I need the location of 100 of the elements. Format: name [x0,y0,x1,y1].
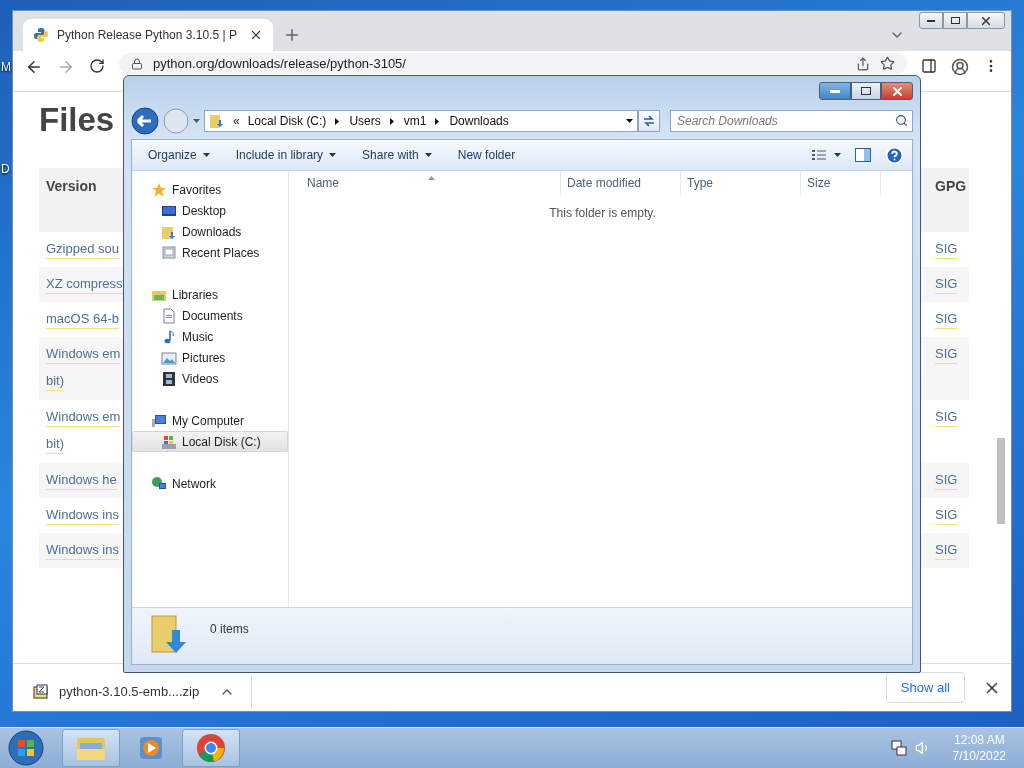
column-header: Version [39,168,125,232]
page-heading: Files [39,100,115,140]
signature-link[interactable]: SIG [935,240,958,259]
column-header[interactable]: Size [801,171,881,195]
toolbar-command[interactable]: Organize [140,144,218,166]
download-link[interactable]: Windows ins [46,506,119,525]
sort-arrow-icon [428,175,435,182]
breadcrumb[interactable]: Users [349,114,381,128]
nav-label: Pictures [182,350,226,365]
tab-title: Python Release Python 3.10.5 | P [57,28,238,42]
breadcrumb[interactable]: Downloads [449,114,509,128]
share-icon[interactable] [856,56,870,71]
star-icon [151,181,167,198]
signature-link[interactable]: SIG [935,471,958,490]
desktop-icon-label[interactable]: D [1,162,10,176]
new-tab-icon[interactable] [283,26,301,44]
reload-icon[interactable] [89,58,105,74]
download-link[interactable]: Gzipped sou [46,240,119,259]
toolbar-command[interactable]: Include in library [227,144,345,166]
refresh-icon [642,114,656,128]
signature-link[interactable]: SIG [935,408,958,427]
signature-link[interactable]: SIG [935,275,958,294]
nav-label: Favorites [172,182,222,197]
breadcrumb[interactable]: vm1 [403,114,427,128]
refresh-button[interactable] [638,110,660,132]
nav-item[interactable]: Pictures [132,347,288,368]
nav-label: Local Disk (C:) [182,434,261,449]
nav-label: Music [182,329,214,344]
column-header[interactable]: Date modified [561,171,681,195]
history-dropdown-icon [193,117,200,125]
show-all-button[interactable]: Show all [885,672,965,703]
breadcrumb[interactable]: Local Disk (C:) [247,114,327,128]
media-player-icon [138,735,164,761]
nav-item[interactable]: Downloads [132,221,288,242]
view-options-icon[interactable] [812,149,826,161]
signature-link[interactable]: SIG [935,345,958,364]
download-link[interactable]: XZ compress [46,275,123,294]
url-text: python.org/downloads/release/python-3105/ [153,56,407,71]
minimize-button[interactable] [819,82,851,100]
address-bar[interactable]: python.org/downloads/release/python-3105/ [119,53,907,74]
maximize-button[interactable] [943,12,967,29]
nav-label: Documents [182,308,243,323]
download-filename: python-3.10.5-emb....zip [59,684,200,699]
profile-icon[interactable] [951,58,969,76]
column-header[interactable]: Name [289,171,561,195]
nav-item[interactable]: Documents [132,305,288,326]
network-status-icon[interactable] [890,740,907,756]
browser-tab[interactable]: Python Release Python 3.10.5 | P [23,19,273,51]
taskbar-app[interactable] [182,729,240,767]
nav-item[interactable]: Local Disk (C:) [132,431,288,452]
nav-item[interactable]: My Computer [132,410,288,431]
close-button[interactable] [967,12,1005,29]
close-tab-icon[interactable] [249,28,263,42]
help-icon[interactable] [885,145,904,165]
address-bar[interactable]: « Local Disk (C:) Users vm1 Downloads [204,110,638,132]
signature-link[interactable]: SIG [935,310,958,329]
nav-label: Videos [182,371,219,386]
download-link[interactable]: bit) [46,435,65,454]
download-link[interactable]: macOS 64-b [46,310,119,329]
download-link[interactable]: Windows em [46,408,121,427]
preview-pane-icon[interactable] [855,148,871,162]
overflow-chevron[interactable]: « [233,114,240,128]
side-panel-icon[interactable] [921,58,937,74]
minimize-icon [927,19,935,22]
search-field[interactable]: Search Downloads [670,110,913,132]
nav-label: Network [172,476,216,491]
nav-item[interactable]: Network [132,473,288,494]
nav-item[interactable]: Music [132,326,288,347]
column-header[interactable]: Type [681,171,801,195]
scrollbar-thumb[interactable] [997,438,1005,524]
back-button[interactable] [131,107,159,135]
nav-label: Downloads [182,224,242,239]
nav-item[interactable]: Favorites [132,179,288,200]
toolbar-command[interactable]: New folder [449,144,524,166]
download-link[interactable]: Windows ins [46,541,119,560]
maximize-button[interactable] [851,82,881,100]
minimize-button[interactable] [919,12,943,29]
signature-link[interactable]: SIG [935,541,958,560]
column-header: GPG [929,168,969,232]
nav-label: Libraries [172,287,219,302]
download-item[interactable]: python-3.10.5-emb....zip [33,675,253,708]
python-logo-icon [33,27,49,43]
signature-link[interactable]: SIG [935,506,958,525]
nav-item[interactable]: Recent Places [132,242,288,263]
close-button[interactable] [881,82,913,100]
empty-folder-message: This folder is empty. [548,206,657,220]
toolbar-command[interactable]: Share with [354,144,440,166]
download-link[interactable]: bit) [46,372,65,391]
back-icon[interactable] [25,58,43,76]
minimize-icon [830,89,840,93]
download-link[interactable]: Windows em [46,345,121,364]
desktop-icon-label[interactable]: M [1,60,11,74]
clock-date: 7/10/2022 [952,748,1006,764]
download-link[interactable]: Windows he [46,471,117,490]
bookmark-star-icon[interactable] [880,56,895,71]
nav-item[interactable]: Videos [132,368,288,389]
nav-item[interactable]: Desktop [132,200,288,221]
nav-label: Desktop [182,203,227,218]
maximize-icon [861,87,871,95]
nav-item[interactable]: Libraries [132,284,288,305]
